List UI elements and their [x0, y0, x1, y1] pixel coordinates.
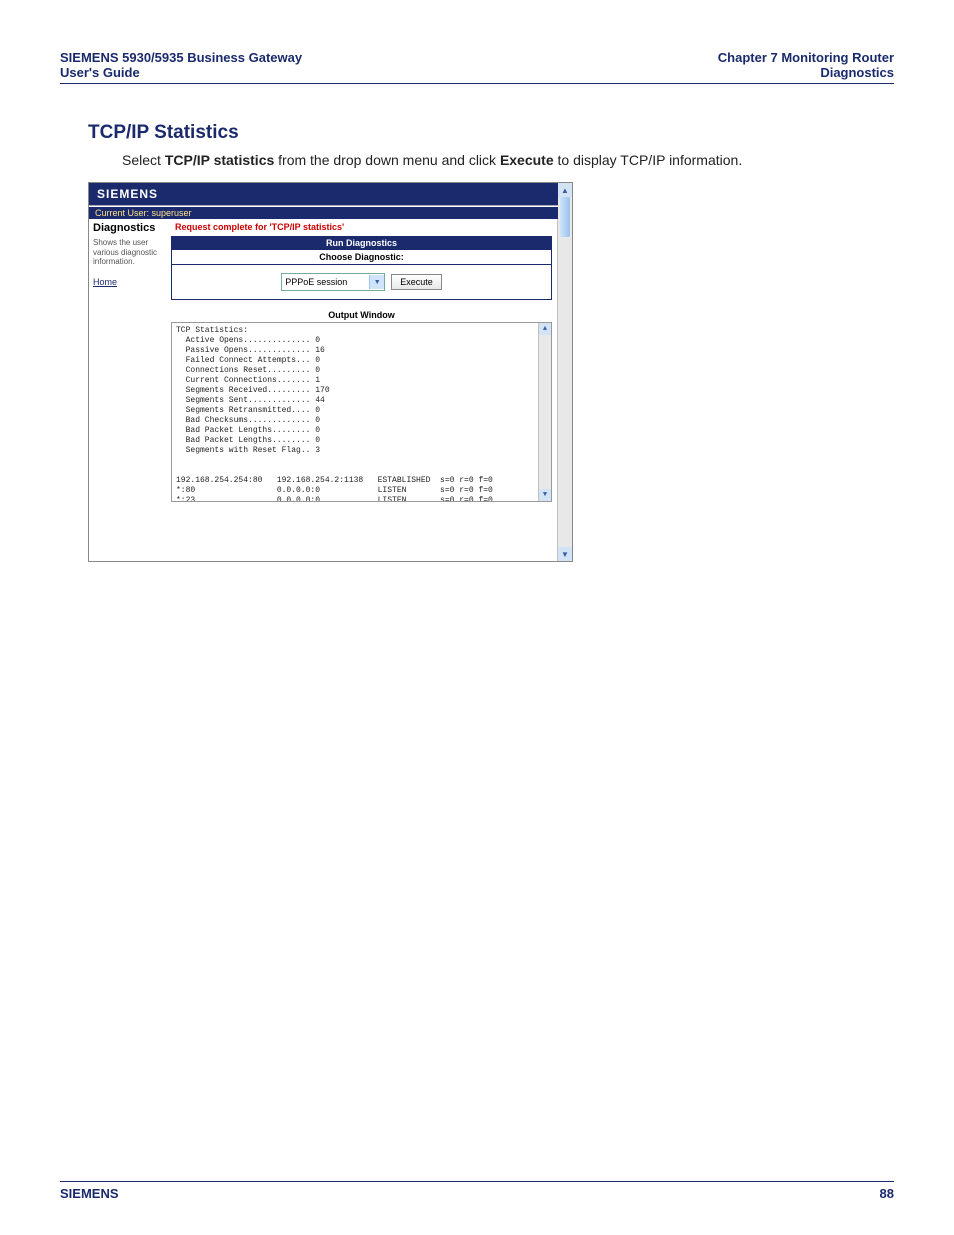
embedded-screenshot: ▲ ▼ SIEMENS Current User: superuser Diag… — [88, 182, 573, 562]
chevron-down-icon[interactable]: ▼ — [369, 275, 384, 289]
page-number: 88 — [880, 1186, 894, 1201]
choose-diagnostic-label: Choose Diagnostic: — [171, 250, 552, 265]
outer-scrollbar[interactable]: ▲ ▼ — [557, 183, 572, 561]
header-guide: User's Guide — [60, 65, 302, 80]
scroll-down-icon[interactable]: ▼ — [558, 547, 572, 561]
footer-brand: SIEMENS — [60, 1186, 119, 1201]
page-footer: SIEMENS 88 — [60, 1181, 894, 1201]
brand-label: SIEMENS — [97, 187, 158, 201]
diagnostic-select[interactable]: PPPoE session ▼ — [281, 273, 385, 291]
sidebar-desc: Shows the user various diagnostic inform… — [93, 238, 167, 267]
output-scroll-down-icon[interactable]: ▼ — [539, 489, 551, 501]
output-window[interactable]: TCP Statistics: Active Opens............… — [171, 322, 552, 502]
sidebar-title: Diagnostics — [93, 222, 167, 234]
output-scrollbar[interactable]: ▲▼ — [538, 323, 551, 501]
output-window-label: Output Window — [171, 310, 552, 320]
output-text: TCP Statistics: Active Opens............… — [176, 326, 493, 502]
status-message: Request complete for 'TCP/IP statistics' — [171, 222, 552, 232]
scroll-up-icon[interactable]: ▲ — [558, 183, 572, 197]
header-subchapter: Diagnostics — [718, 65, 894, 80]
output-scroll-up-icon[interactable]: ▲ — [539, 323, 551, 335]
execute-button[interactable]: Execute — [391, 274, 442, 290]
scroll-thumb[interactable] — [560, 197, 570, 237]
intro-text: Select TCP/IP statistics from the drop d… — [122, 152, 894, 168]
header-product: SIEMENS 5930/5935 Business Gateway — [60, 50, 302, 65]
current-user-line: Current User: superuser — [89, 206, 558, 219]
brand-bar: SIEMENS — [89, 183, 558, 205]
run-diagnostics-header: Run Diagnostics — [171, 236, 552, 250]
page-header: SIEMENS 5930/5935 Business Gateway User'… — [60, 50, 894, 84]
diagnostic-controls: PPPoE session ▼ Execute — [171, 265, 552, 300]
header-chapter: Chapter 7 Monitoring Router — [718, 50, 894, 65]
sidebar: Diagnostics Shows the user various diagn… — [89, 219, 171, 505]
diagnostic-select-value: PPPoE session — [282, 277, 369, 287]
home-link[interactable]: Home — [93, 277, 167, 287]
section-heading: TCP/IP Statistics — [88, 122, 894, 144]
